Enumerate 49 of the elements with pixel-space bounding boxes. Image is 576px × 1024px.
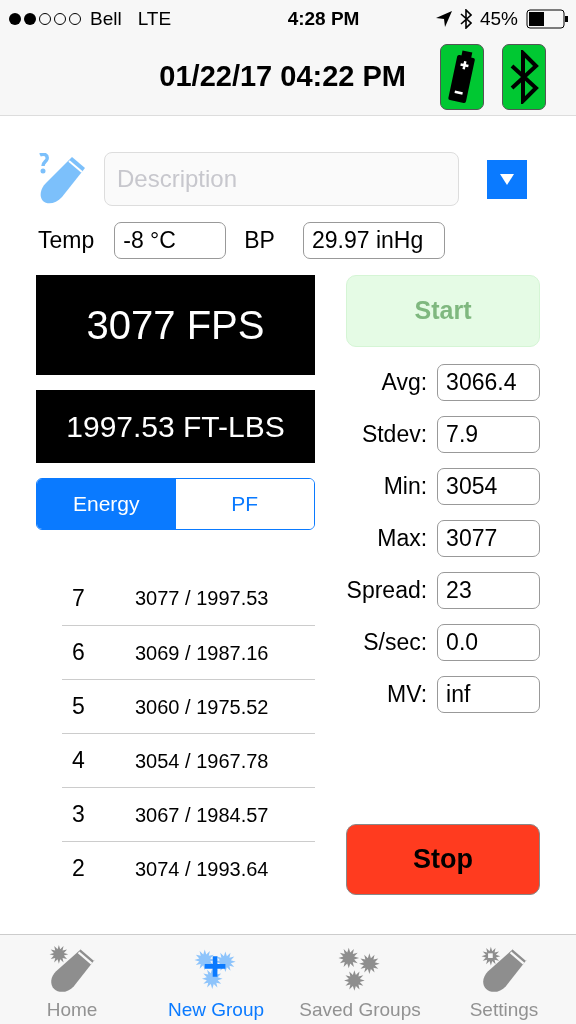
input-field[interactable]: -8 °C: [114, 222, 227, 259]
caret-icon: [500, 173, 514, 185]
stat-label: Min:: [382, 471, 428, 501]
date-time: 01/22/17 04:22 PM: [159, 58, 406, 94]
bluetooth-icon: [459, 9, 472, 29]
bluetooth-button[interactable]: [502, 43, 546, 110]
tab-item[interactable]: New Group: [144, 935, 288, 1024]
shot-value: 3067 / 1984.57: [135, 802, 269, 828]
signal-icon: [8, 12, 82, 26]
battery-percent: 45%: [479, 6, 518, 31]
stat-field[interactable]: 23: [437, 571, 540, 609]
location-icon: [435, 11, 452, 27]
stat-label: Spread:: [346, 575, 428, 605]
shot-number: 3: [71, 800, 86, 830]
field-label: BP: [244, 226, 275, 256]
energy-readout: 1997.53 FT-LBS: [36, 390, 315, 463]
stat-field[interactable]: 7.9: [437, 415, 540, 453]
stat-field[interactable]: 3054: [437, 467, 540, 505]
dropdown-button[interactable]: [487, 159, 527, 199]
segment-tab[interactable]: Energy: [37, 479, 176, 529]
bullet-question-icon: [36, 153, 86, 205]
stat-field[interactable]: 0.0: [437, 623, 540, 661]
shot-number: 2: [71, 854, 86, 884]
stat-label: Max:: [376, 523, 428, 553]
shot-value: 3069 / 1987.16: [135, 640, 269, 666]
shot-value: 3054 / 1967.78: [135, 748, 269, 774]
stat-field[interactable]: inf: [437, 675, 540, 713]
network-type: LTE: [137, 6, 172, 31]
stat-label: Stdev:: [360, 419, 428, 449]
carrier-name: Bell: [90, 6, 122, 31]
stat-label: MV:: [386, 679, 428, 709]
stat-field[interactable]: 3066.4: [437, 363, 540, 401]
shot-value: 3074 / 1993.64: [135, 856, 269, 882]
status-time: 4:28 PM: [287, 6, 360, 31]
battery-icon: [526, 9, 568, 29]
shot-number: 4: [71, 746, 86, 776]
stop-button[interactable]: Stop: [346, 824, 540, 895]
shot-number: 6: [71, 638, 86, 668]
shot-value: 3077 / 1997.53: [135, 586, 269, 611]
battery-button[interactable]: [440, 43, 484, 110]
shot-number: 7: [71, 583, 86, 613]
stat-label: S/sec:: [362, 627, 428, 657]
field-label: Temp: [38, 226, 95, 256]
input-field[interactable]: 29.97 inHg: [302, 222, 445, 259]
shot-value: 3060 / 1975.52: [135, 694, 269, 720]
velocity-readout: 3077 FPS: [36, 275, 315, 375]
stat-field[interactable]: 3077: [437, 519, 540, 557]
shot-number: 5: [71, 692, 86, 722]
stat-label: Avg:: [380, 367, 428, 397]
